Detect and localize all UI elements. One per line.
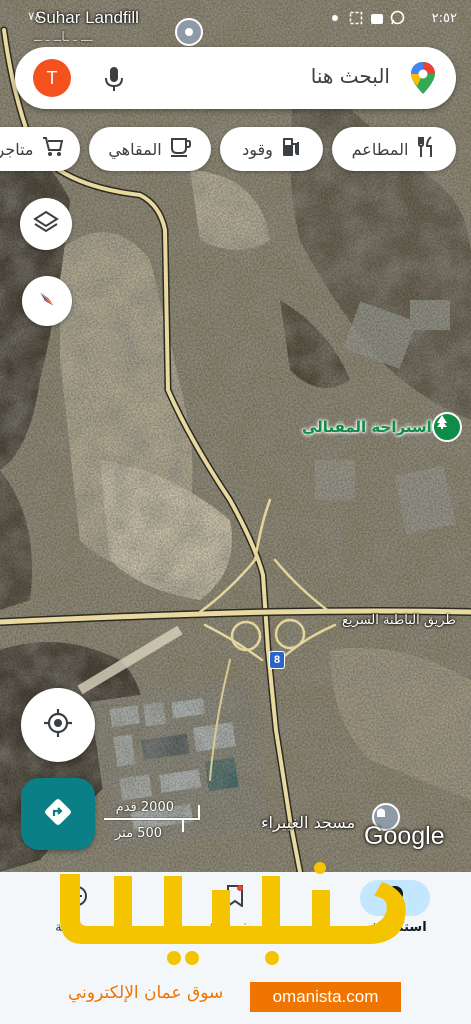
mosque-label[interactable]: مسجد الغبيراء — [261, 813, 355, 832]
search-bar[interactable]: T البحث هنا — [15, 47, 456, 109]
mic-icon[interactable] — [101, 65, 127, 93]
rest-stop-label[interactable]: استراحة المقبالي — [302, 418, 432, 436]
chip-cafes[interactable]: المقاهي — [89, 127, 211, 171]
compass-button[interactable] — [22, 276, 72, 326]
maps-pin-icon — [410, 61, 436, 95]
chip-label: وقود — [242, 139, 273, 159]
tree-icon[interactable] — [432, 412, 462, 442]
directions-icon — [44, 798, 72, 830]
scale-bar: 2000 قدم 500 متر — [104, 800, 204, 842]
route-shield: 8 — [269, 651, 285, 669]
scale-meters: 500 متر — [114, 826, 162, 841]
coffee-icon — [170, 137, 192, 161]
scale-tick — [182, 818, 184, 832]
status-left-text: ٧٨ — [28, 9, 41, 23]
my-location-button[interactable] — [21, 688, 95, 762]
whatsapp-icon — [390, 10, 405, 25]
restaurant-icon — [416, 136, 436, 162]
chip-shops[interactable]: متاجر — [0, 127, 80, 171]
screenshot-icon — [348, 10, 363, 25]
status-bar: ٧٨ ٢:٥٢ — [0, 0, 471, 40]
layers-icon — [33, 209, 59, 239]
scale-line — [104, 818, 200, 820]
account-avatar[interactable]: T — [33, 59, 71, 97]
chip-fuel[interactable]: وقود — [220, 127, 323, 171]
omanista-watermark-logo — [60, 862, 406, 965]
status-icons — [327, 10, 405, 25]
status-time: ٢:٥٢ — [431, 11, 457, 26]
directions-button[interactable] — [21, 778, 95, 850]
search-input[interactable]: البحث هنا — [311, 64, 390, 88]
chip-label: المطاعم — [351, 139, 409, 159]
scale-feet: 2000 قدم — [115, 800, 174, 815]
chip-label: المقاهي — [108, 139, 162, 159]
google-attribution: Google — [364, 822, 445, 850]
my-location-icon — [43, 708, 73, 742]
layers-button[interactable] — [20, 198, 72, 250]
watermark-url: omanista.com — [250, 982, 401, 1012]
wallet-icon — [369, 10, 384, 25]
dot-icon — [327, 10, 342, 25]
cart-icon — [42, 136, 64, 162]
chip-restaurants[interactable]: المطاعم — [332, 127, 456, 171]
highway-label: طريق الباطنة السريع — [342, 613, 456, 628]
scale-tick — [198, 805, 200, 819]
chip-label: متاجر — [0, 139, 34, 159]
watermark-subtitle: سوق عمان الإلكتروني — [68, 983, 224, 1003]
compass-icon — [34, 286, 60, 316]
fuel-icon — [281, 136, 301, 162]
